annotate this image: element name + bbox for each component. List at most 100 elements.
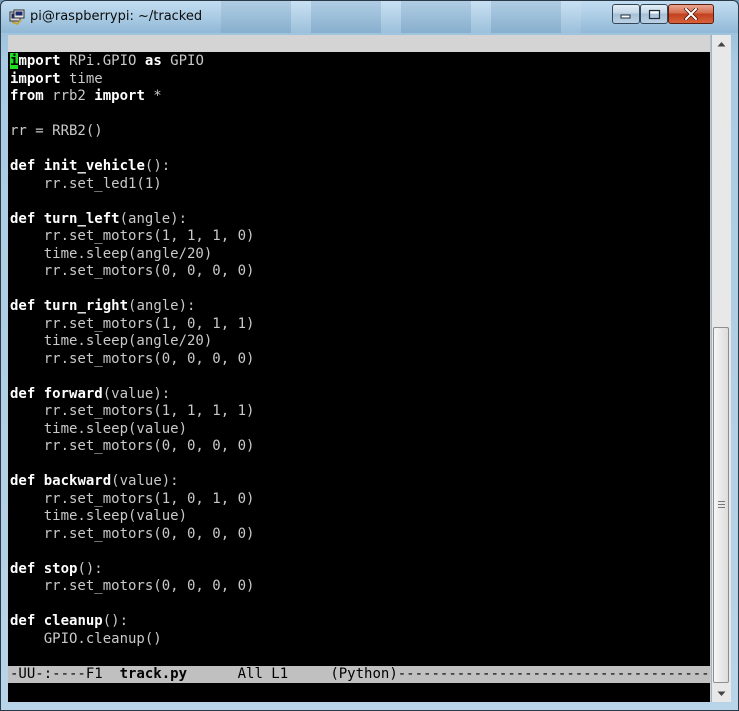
code-line[interactable]: def turn_right(angle):	[10, 298, 710, 316]
code-line[interactable]: rr.set_motors(0, 0, 0, 0)	[10, 351, 710, 369]
code-text: rr.set_motors(1, 1, 1, 0)	[10, 228, 255, 244]
code-buffer[interactable]: import RPi.GPIO as GPIO import time from r…	[10, 53, 710, 648]
code-line[interactable]: from rrb2 import *	[10, 88, 710, 106]
code-function-name: forward	[43, 385, 103, 402]
code-line[interactable]	[10, 368, 710, 386]
code-line[interactable]: rr.set_motors(1, 1, 1, 0)	[10, 228, 710, 246]
close-button[interactable]	[668, 4, 714, 24]
terminal-area[interactable]: File Edit Options Buffers Tools Python Help im…	[8, 35, 710, 702]
code-text: time	[60, 70, 103, 87]
code-keyword: as	[144, 53, 162, 69]
code-keyword: from	[10, 88, 44, 104]
code-line[interactable]: def stop():	[10, 561, 710, 579]
code-line[interactable]: rr = RRB2()	[10, 123, 710, 141]
code-keyword: def	[10, 385, 36, 402]
code-line[interactable]: import RPi.GPIO as GPIO	[10, 53, 710, 71]
code-line[interactable]: rr.set_motors(0, 0, 0, 0)	[10, 578, 710, 596]
code-text: rr.set_motors(0, 0, 0, 0)	[10, 263, 255, 279]
modeline-major-mode: (Python)	[330, 666, 398, 682]
code-keyword: def	[10, 613, 36, 629]
title-bar[interactable]: pi@raspberrypi: ~/tracked	[1, 1, 738, 33]
code-text: GPIO.cleanup()	[10, 630, 162, 647]
modeline-fill: ----------------------------------------…	[397, 666, 710, 682]
code-function-name: backward	[43, 473, 112, 489]
scrollbar-thumb[interactable]	[713, 327, 729, 683]
code-line[interactable]: rr.set_motors(0, 0, 0, 0)	[10, 526, 710, 544]
code-text: ():	[102, 613, 129, 629]
code-keyword: mport	[18, 53, 61, 69]
code-function-name: turn_left	[43, 210, 120, 227]
putty-terminal-icon[interactable]	[9, 9, 25, 25]
code-line[interactable]: GPIO.cleanup()	[10, 631, 710, 649]
code-text: RPi.GPIO	[60, 53, 145, 69]
code-line[interactable]: def init_vehicle():	[10, 158, 710, 176]
scroll-down-button[interactable]	[712, 685, 731, 702]
code-line[interactable]: time.sleep(value)	[10, 508, 710, 526]
code-line[interactable]: def turn_left(angle):	[10, 211, 710, 229]
code-text: GPIO	[161, 53, 204, 69]
code-text: rr = RRB2()	[10, 123, 103, 139]
code-line[interactable]: import time	[10, 71, 710, 89]
code-line[interactable]: time.sleep(angle/20)	[10, 246, 710, 264]
code-line[interactable]	[10, 456, 710, 474]
code-keyword: def	[10, 298, 36, 314]
scroll-up-arrow-icon	[717, 41, 726, 46]
code-line[interactable]: def cleanup():	[10, 613, 710, 631]
modeline-position: All L1	[187, 666, 331, 682]
code-text: ():	[77, 560, 103, 577]
code-text: time.sleep(value)	[10, 420, 188, 437]
modeline-status: -UU-:----F1	[10, 666, 120, 682]
scroll-up-button[interactable]	[712, 35, 731, 52]
emacs-mode-line: -UU-:----F1 track.py All L1 (Python)----…	[8, 666, 710, 683]
code-text: time.sleep(angle/20)	[10, 245, 213, 262]
code-text: rr.set_motors(0, 0, 0, 0)	[10, 350, 255, 367]
code-line[interactable]: rr.set_motors(1, 0, 1, 1)	[10, 316, 710, 334]
code-line[interactable]	[10, 141, 710, 159]
code-line[interactable]: rr.set_motors(0, 0, 0, 0)	[10, 263, 710, 281]
code-line[interactable]: rr.set_motors(0, 0, 0, 0)	[10, 438, 710, 456]
code-text: (value):	[111, 473, 179, 489]
code-keyword: def	[10, 560, 36, 577]
scrollbar-grip	[718, 501, 725, 509]
maximize-icon	[648, 9, 660, 19]
terminal-window: pi@raspberrypi: ~/tracked File Edit Option…	[0, 0, 739, 711]
maximize-button[interactable]	[640, 4, 668, 24]
code-text: rr.set_motors(0, 0, 0, 0)	[10, 525, 255, 542]
minibuffer[interactable]	[8, 683, 710, 702]
code-line[interactable]: rr.set_motors(1, 1, 1, 1)	[10, 403, 710, 421]
code-line[interactable]: time.sleep(angle/20)	[10, 333, 710, 351]
vertical-scrollbar[interactable]	[711, 35, 731, 702]
code-text: ():	[144, 158, 171, 174]
code-keyword: import	[10, 70, 61, 87]
code-line[interactable]	[10, 596, 710, 614]
close-icon	[684, 8, 698, 20]
code-line[interactable]	[10, 106, 710, 124]
code-line[interactable]: def forward(value):	[10, 386, 710, 404]
code-line[interactable]	[10, 543, 710, 561]
code-line[interactable]: rr.set_led1(1)	[10, 176, 710, 194]
code-keyword: import	[94, 88, 145, 104]
code-function-name: turn_right	[43, 298, 129, 314]
code-keyword: def	[10, 210, 36, 227]
code-text: rr.set_motors(0, 0, 0, 0)	[10, 578, 255, 594]
code-text: (value):	[102, 385, 171, 402]
code-function-name: stop	[43, 560, 78, 577]
code-line[interactable]: rr.set_motors(1, 0, 1, 0)	[10, 491, 710, 509]
code-text: (angle):	[119, 210, 188, 227]
code-text: rr.set_motors(1, 0, 1, 1)	[10, 315, 255, 332]
code-text: time.sleep(angle/20)	[10, 333, 213, 349]
code-line[interactable]: def backward(value):	[10, 473, 710, 491]
code-text: rr.set_motors(1, 1, 1, 1)	[10, 403, 255, 419]
code-text: rr.set_motors(1, 0, 1, 0)	[10, 490, 255, 507]
code-line[interactable]	[10, 281, 710, 299]
code-line[interactable]	[10, 193, 710, 211]
modeline-buffer-name: track.py	[119, 666, 188, 682]
code-text: (angle):	[128, 298, 196, 314]
code-line[interactable]: time.sleep(value)	[10, 421, 710, 439]
minimize-button[interactable]	[612, 4, 640, 24]
